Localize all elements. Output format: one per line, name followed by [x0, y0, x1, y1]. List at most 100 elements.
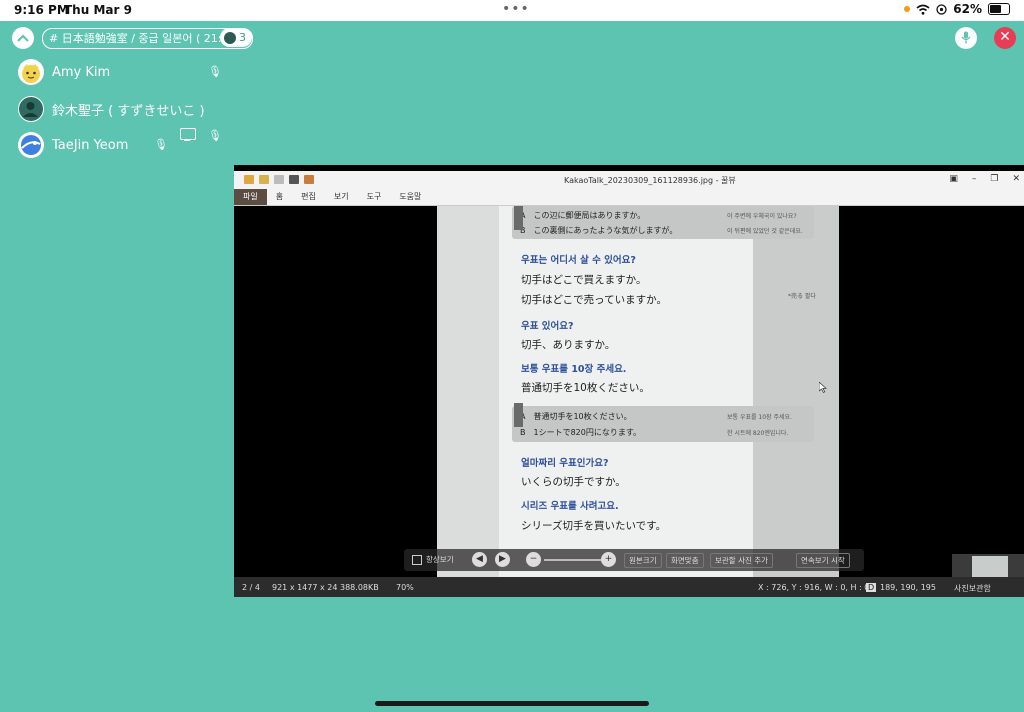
dialog-line: B この裏側にあったような気がしますが。 [520, 226, 678, 235]
korean-phrase: 시리즈 우표를 사려고요. [521, 501, 619, 512]
close-icon[interactable]: ✕ [1012, 174, 1020, 184]
dialog-translation: 이 뒤편에 있었던 것 같은데요. [727, 228, 803, 235]
dialog-translation: 이 주변에 우체국이 있나요? [727, 213, 797, 220]
window-controls: ▣ – ❐ ✕ [949, 174, 1020, 184]
pin-icon[interactable]: ▣ [949, 174, 958, 184]
shared-screen[interactable]: KakaoTalk_20230309_161128936.jpg - 꿀뷰 ▣ … [234, 165, 1024, 597]
mic-in-use-indicator [904, 6, 911, 12]
microphone-icon: 🎙︎ [154, 138, 168, 151]
korean-phrase: 우표 있어요? [521, 321, 574, 332]
participant-count: 3 [239, 31, 246, 44]
color-tag: D [866, 583, 877, 592]
avatar [18, 59, 44, 85]
participant-row[interactable]: TaeJin Yeom [18, 132, 128, 158]
multitask-dots[interactable]: ••• [502, 1, 530, 17]
japanese-phrase: いくらの切手ですか。 [521, 476, 626, 488]
folder-icon[interactable] [259, 175, 269, 184]
pixel-rgb: 189, 190, 195 [880, 583, 936, 592]
menu-edit[interactable]: 편집 [292, 189, 325, 205]
viewer-titlebar: KakaoTalk_20230309_161128936.jpg - 꿀뷰 ▣ … [234, 171, 1024, 189]
print-icon[interactable] [304, 175, 314, 184]
menu-home[interactable]: 홈 [267, 189, 292, 205]
microphone-icon[interactable] [955, 27, 977, 49]
next-icon[interactable]: ▶ [495, 552, 510, 567]
copy-icon[interactable] [274, 175, 284, 184]
zoom-out-icon[interactable]: − [526, 552, 541, 567]
status-right: 62% [904, 2, 1010, 16]
japanese-phrase: 切手、ありますか。 [521, 339, 616, 351]
participant-name: TaeJin Yeom [52, 137, 129, 153]
viewer-title: KakaoTalk_20230309_161128936.jpg - 꿀뷰 [564, 176, 736, 185]
dialog-translation: 보통 우표를 10장 주세요. [727, 414, 792, 421]
vocab-note: *売る 팔다 [788, 293, 816, 300]
close-icon[interactable]: ✕ [994, 27, 1016, 49]
dialog-box: A 普通切手を10枚ください。 B 1シートで820円になります。 보통 우표를… [512, 406, 814, 442]
cursor-coords: X : 726, Y : 916, W : 0, H : 0 [758, 583, 870, 592]
microphone-icon: 🎙︎ [208, 65, 222, 78]
app-icon [244, 175, 254, 184]
room-header: # 日本語勉強室 / 중급 일본어 ( 21:00... 3 ✕ [0, 21, 1024, 55]
battery-icon [988, 3, 1010, 15]
dialog-tab [514, 403, 523, 427]
image-dimensions: 921 x 1477 x 24 [272, 583, 338, 592]
avatar [18, 96, 44, 122]
dialog-line: A 普通切手を10枚ください。 [520, 412, 632, 421]
menu-tools[interactable]: 도구 [358, 189, 391, 205]
album-label[interactable]: 사진보관함 [954, 583, 991, 594]
status-time: 9:16 PM [14, 3, 69, 17]
always-view-toggle[interactable]: 항상보기 [412, 554, 454, 565]
location-icon [936, 3, 947, 15]
battery-level-fill [990, 5, 1002, 13]
menu-file[interactable]: 파일 [234, 189, 267, 205]
japanese-phrase: 普通切手を10枚ください。 [521, 382, 650, 394]
screen-share-icon [180, 128, 196, 141]
previous-icon[interactable]: ◀ [472, 552, 487, 567]
mouse-cursor-icon [819, 382, 827, 393]
avatar [18, 132, 44, 158]
menu-help[interactable]: 도움말 [390, 189, 430, 205]
korean-phrase: 얼마짜리 우표인가요? [521, 458, 609, 469]
zoom-level: 70% [396, 583, 414, 592]
zoom-in-icon[interactable]: + [601, 552, 616, 567]
viewer-menu: 파일 홈 편집 보기 도구 도움말 [234, 189, 1024, 206]
participant-row[interactable]: 鈴木聖子 ( すずきせいこ ) [18, 96, 205, 122]
book-page-photo: A この辺に郵便局はありますか。 B この裏側にあったような気がしますが。 이 … [437, 206, 839, 577]
menu-view[interactable]: 보기 [325, 189, 358, 205]
slideshow-button[interactable]: 연속보기 시작 [796, 553, 850, 568]
wifi-icon [916, 4, 930, 15]
microphone-icon: 🎙︎ [208, 129, 222, 142]
dialog-translation: 한 시트에 820엔입니다. [727, 430, 789, 437]
participant-count-badge[interactable]: 3 [220, 28, 252, 47]
status-date: Thu Mar 9 [64, 3, 132, 17]
chevron-up-icon[interactable] [12, 27, 34, 49]
minimize-icon[interactable]: – [972, 174, 977, 184]
korean-phrase: 우표는 어디서 살 수 있어요? [521, 255, 636, 266]
restore-icon[interactable]: ❐ [990, 174, 998, 184]
participant-row[interactable]: Amy Kim [18, 59, 110, 85]
image-canvas[interactable]: A この辺に郵便局はありますか。 B この裏側にあったような気がしますが。 이 … [234, 206, 1024, 597]
fit-screen-button[interactable]: 화면맞춤 [666, 553, 704, 568]
participant-name: Amy Kim [52, 64, 111, 80]
dialog-tab [514, 206, 523, 230]
japanese-phrase: シリーズ切手を買いたいです。 [521, 520, 667, 532]
battery-percent: 62% [953, 2, 982, 16]
page-indicator: 2 / 4 [242, 583, 260, 592]
checkbox-icon[interactable] [412, 554, 422, 565]
save-icon[interactable] [289, 175, 299, 184]
dialog-box: A この辺に郵便局はありますか。 B この裏側にあったような気がしますが。 이 … [512, 206, 814, 239]
japanese-phrase: 切手はどこで売っていますか。 [521, 294, 667, 306]
file-size: 388.08KB [340, 583, 379, 592]
home-indicator[interactable] [375, 701, 649, 706]
viewer-toolbar [244, 175, 314, 184]
always-view-label: 항상보기 [426, 555, 454, 564]
japanese-phrase: 切手はどこで買えますか。 [521, 274, 647, 286]
add-to-album-button[interactable]: 보관할 사진 추가 [710, 553, 774, 568]
viewer-control-bar: 항상보기 ◀ ▶ − + 원본크기 화면맞춤 보관할 사진 추가 연속보기 시작 [404, 549, 864, 571]
viewer-statusbar: 2 / 4 921 x 1477 x 24 388.08KB 70% X : 7… [234, 577, 1024, 597]
dialog-line: A この辺に郵便局はありますか。 [520, 211, 646, 220]
korean-phrase: 보통 우표를 10장 주세요. [521, 364, 627, 375]
original-size-button[interactable]: 원본크기 [624, 553, 662, 568]
people-icon [224, 31, 236, 44]
dialog-line: B 1シートで820円になります。 [520, 428, 642, 437]
zoom-slider[interactable] [544, 559, 604, 561]
